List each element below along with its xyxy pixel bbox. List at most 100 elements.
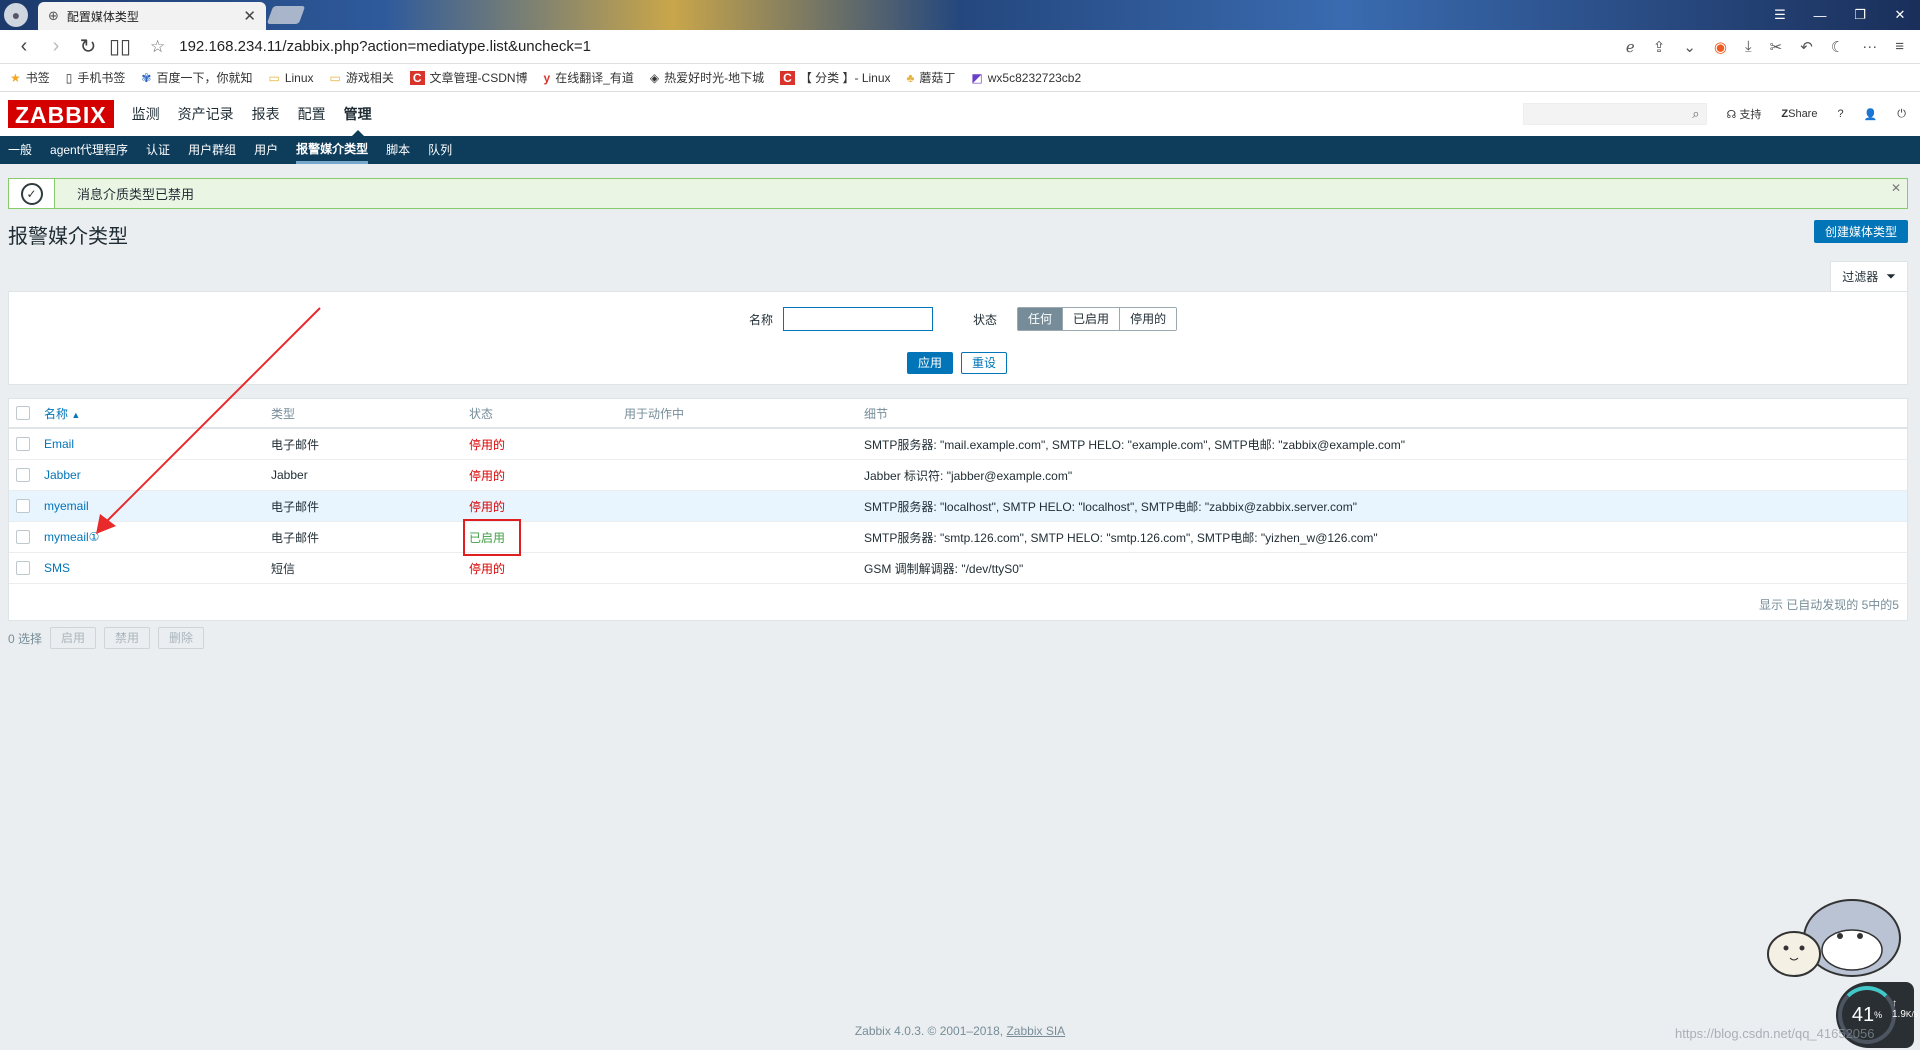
apply-button[interactable]: 应用 (907, 352, 954, 374)
annotation-highlight-box (463, 519, 521, 556)
media-type-name-link[interactable]: mymeail① (44, 530, 99, 544)
ie-mode-icon[interactable]: ℯ (1626, 38, 1635, 56)
bookmark-item[interactable]: C 【 分类 】- Linux (780, 69, 891, 86)
create-media-type-button[interactable]: 创建媒体类型 (1813, 220, 1908, 243)
bookmark-label: 文章管理-CSDN博 (429, 71, 528, 85)
close-window-icon[interactable]: ✕ (1880, 0, 1920, 30)
share-page-icon[interactable]: ⇪ (1653, 38, 1666, 56)
row-checkbox[interactable] (16, 468, 30, 482)
bookmark-item[interactable]: ▯ 手机书签 (66, 69, 126, 86)
delete-button[interactable]: 删除 (158, 627, 205, 649)
browser-tab[interactable]: ⊕ 配置媒体类型 ✕ (38, 2, 266, 30)
scissors-icon[interactable]: ✂ (1770, 38, 1783, 56)
submenu-proxies[interactable]: agent代理程序 (50, 136, 128, 164)
row-checkbox[interactable] (16, 561, 30, 575)
media-type-name-link[interactable]: SMS (44, 561, 70, 575)
filter-tab[interactable]: 过滤器 ⏷ (1830, 261, 1908, 291)
status-option-any[interactable]: 任何 (1018, 308, 1064, 330)
sign-out-icon[interactable]: ⏻ (1897, 108, 1906, 121)
hamburger-icon[interactable]: ≡ (1895, 38, 1904, 55)
table-row: mymeail① 电子邮件 已启用 SMTP服务器: "smtp.126.com… (9, 519, 1907, 556)
browser-tab-bar: ● ⊕ 配置媒体类型 ✕ ☰ — ❐ ✕ (0, 0, 1920, 30)
url-field[interactable]: ☆ 192.168.234.11/zabbix.php?action=media… (150, 37, 1626, 57)
submenu-users[interactable]: 用户 (254, 136, 278, 164)
reader-icon[interactable]: ▯▯ (104, 34, 136, 59)
chevron-down-icon[interactable]: ⌄ (1683, 38, 1696, 56)
status-toggle[interactable]: 停用的 (469, 498, 505, 515)
menu-administration[interactable]: 管理 (344, 92, 372, 136)
bookmark-item[interactable]: ♣ 蘑菇丁 (907, 69, 956, 86)
bookmark-item[interactable]: y 在线翻译_有道 (544, 69, 634, 86)
submenu-authentication[interactable]: 认证 (146, 136, 170, 164)
menu-configuration[interactable]: 配置 (298, 92, 326, 136)
gamepad-icon[interactable]: ◉ (1714, 38, 1727, 56)
menu-reports[interactable]: 报表 (252, 92, 280, 136)
new-tab-button[interactable] (266, 6, 306, 24)
media-type-details: GSM 调制解调器: "/dev/ttyS0" (864, 561, 1024, 576)
media-type-name-link[interactable]: Email (44, 437, 74, 451)
disable-button[interactable]: 禁用 (104, 627, 151, 649)
menu-icon[interactable]: ☰ (1760, 0, 1800, 30)
bookmark-item[interactable]: C 文章管理-CSDN博 (409, 69, 528, 86)
bookmark-item[interactable]: ★ 书签 (10, 69, 50, 86)
bookmark-item[interactable]: ▭ 游戏相关 (330, 69, 394, 86)
download-icon[interactable]: ⤓ (1745, 38, 1752, 55)
status-toggle[interactable]: 停用的 (469, 560, 505, 577)
row-checkbox[interactable] (16, 499, 30, 513)
reload-icon[interactable]: ↻ (72, 34, 104, 59)
media-type-name-link[interactable]: Jabber (44, 468, 81, 482)
bookmark-star-icon[interactable]: ☆ (150, 37, 165, 57)
footer-text: Zabbix 4.0.3. © 2001–2018, (854, 1024, 1004, 1038)
status-option-disabled[interactable]: 停用的 (1120, 308, 1177, 330)
bookmark-label: Linux (284, 70, 314, 85)
share-link[interactable]: ZShare (1781, 108, 1817, 120)
support-link[interactable]: ☊ 支持 (1727, 106, 1762, 122)
submenu-media-types[interactable]: 报警媒介类型 (296, 136, 369, 164)
global-search-input[interactable]: ⌕ (1522, 103, 1707, 125)
submenu-queue[interactable]: 队列 (428, 136, 452, 164)
enable-button[interactable]: 启用 (50, 627, 97, 649)
menu-inventory[interactable]: 资产记录 (178, 92, 234, 136)
bookmark-item[interactable]: ✾ 百度一下，你就知 (141, 69, 252, 86)
zabbix-logo[interactable]: ZABBIX (8, 100, 114, 128)
back-icon[interactable]: ‹ (8, 35, 40, 58)
reset-button[interactable]: 重设 (961, 352, 1008, 374)
help-link[interactable]: ? (1837, 108, 1843, 120)
undo-icon[interactable]: ↶ (1800, 38, 1813, 56)
user-profile-icon[interactable]: 👤 (1864, 108, 1878, 121)
close-tab-icon[interactable]: ✕ (243, 7, 256, 25)
more-icon[interactable]: ··· (1862, 38, 1877, 55)
search-icon[interactable]: ⌕ (1692, 106, 1699, 122)
status-option-enabled[interactable]: 已启用 (1063, 308, 1121, 330)
header-status: 状态 (469, 406, 494, 421)
moon-icon[interactable]: ☾ (1831, 38, 1844, 56)
paw-icon: ✾ (141, 70, 152, 85)
submenu-scripts[interactable]: 脚本 (386, 136, 410, 164)
status-toggle[interactable]: 停用的 (469, 436, 505, 453)
row-checkbox[interactable] (16, 437, 30, 451)
bookmark-item[interactable]: ◈ 热爱好时光-地下城 (650, 69, 764, 86)
header-name[interactable]: 名称 ▲ (44, 405, 80, 422)
sort-ascending-icon: ▲ (71, 409, 81, 420)
select-all-checkbox[interactable] (16, 406, 30, 420)
close-icon[interactable]: ✕ (1891, 181, 1901, 195)
filter-name-input[interactable] (783, 307, 934, 331)
restore-icon[interactable]: ❐ (1840, 0, 1880, 30)
media-type-name-link[interactable]: myemail (44, 499, 89, 513)
submenu-general[interactable]: 一般 (8, 136, 32, 164)
footer-link[interactable]: Zabbix SIA (1006, 1024, 1065, 1038)
bookmark-item[interactable]: ▭ Linux (268, 71, 313, 85)
browser-tab-title: 配置媒体类型 (66, 9, 139, 24)
mushroom-icon: ♣ (906, 70, 915, 85)
status-toggle[interactable]: 停用的 (469, 467, 505, 484)
menu-monitoring[interactable]: 监测 (132, 92, 160, 136)
toolbar-icons: ℯ ⇪ ⌄ ◉ ⤓ ✂ ↶ ☾ ··· ≡ (1626, 38, 1920, 56)
submenu-user-groups[interactable]: 用户群组 (188, 136, 236, 164)
media-type-type: 短信 (271, 561, 296, 576)
header-name-label: 名称 (44, 406, 69, 421)
user-avatar-icon[interactable]: ● (4, 3, 28, 27)
row-checkbox[interactable] (16, 530, 30, 544)
bookmark-item[interactable]: ◩ wx5c8232723cb2 (971, 71, 1081, 85)
forward-icon[interactable]: › (40, 35, 72, 58)
minimize-icon[interactable]: — (1800, 0, 1840, 30)
